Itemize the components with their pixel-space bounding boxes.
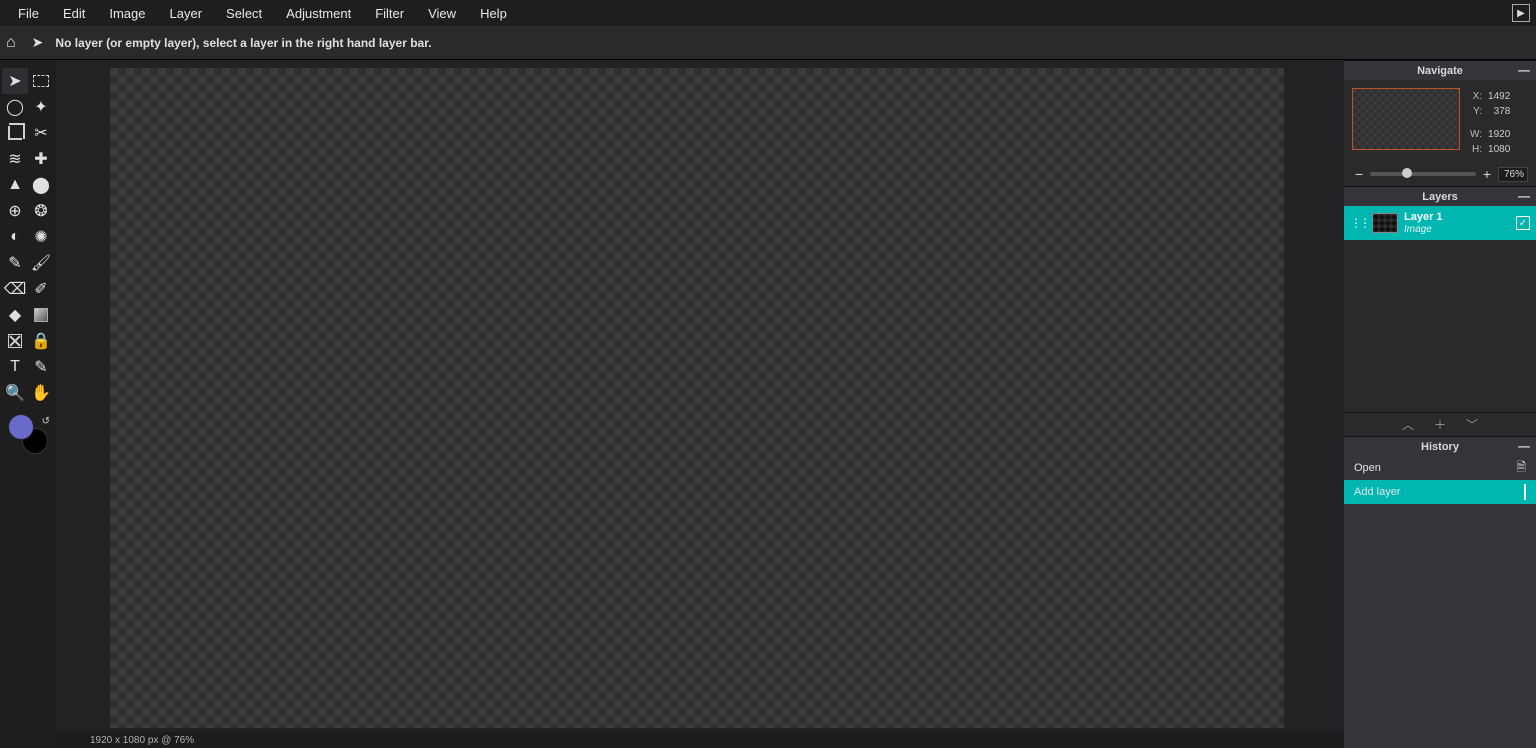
layer-name: Layer 1: [1404, 211, 1516, 223]
tool-scissors[interactable]: ✂: [28, 120, 54, 146]
swap-colors-icon[interactable]: ↺: [42, 416, 50, 427]
zoom-in-button[interactable]: +: [1480, 166, 1494, 182]
tool-zoom[interactable]: 🔍: [2, 380, 28, 406]
tool-spot[interactable]: ❂: [28, 198, 54, 224]
zoom-value[interactable]: 76%: [1498, 167, 1528, 182]
history-title: History: [1421, 441, 1459, 453]
tool-marquee[interactable]: [28, 68, 54, 94]
tool-pinch[interactable]: [2, 328, 28, 354]
layer-up-button[interactable]: ︿: [1402, 416, 1414, 433]
tool-airbrush[interactable]: ✐: [28, 276, 54, 302]
layers-panel: ⋮⋮ Layer 1 Image ✓ ︿ ＋ ﹀: [1344, 206, 1536, 436]
nav-h-value: 1080: [1488, 143, 1514, 156]
menu-file[interactable]: File: [6, 2, 51, 25]
pinch-icon: [8, 334, 22, 348]
tool-liquify[interactable]: ≋: [2, 146, 28, 172]
tool-wand[interactable]: ✦: [28, 94, 54, 120]
menu-adjustment[interactable]: Adjustment: [274, 2, 363, 25]
nav-w-value: 1920: [1488, 128, 1514, 141]
layer-icon: [1524, 485, 1526, 499]
layer-tools: ︿ ＋ ﹀: [1344, 412, 1536, 436]
tool-sharpen[interactable]: ✺: [28, 224, 54, 250]
color-swatch[interactable]: ↺: [8, 414, 48, 454]
navigate-panel: X:1492 Y:378 W:1920 H:1080 − + 76%: [1344, 80, 1536, 186]
nav-y-value: 378: [1488, 105, 1514, 118]
collapse-icon[interactable]: —: [1518, 63, 1530, 77]
layer-visibility-checkbox[interactable]: ✓: [1516, 216, 1530, 230]
toggle-panels-icon[interactable]: ▶: [1512, 4, 1530, 22]
tool-heal[interactable]: ✚: [28, 146, 54, 172]
nav-x-value: 1492: [1488, 90, 1514, 103]
tool-crop[interactable]: [2, 120, 28, 146]
pointer-icon[interactable]: ➤: [28, 34, 44, 51]
layers-panel-header[interactable]: Layers —: [1344, 186, 1536, 206]
collapse-icon[interactable]: —: [1518, 189, 1530, 203]
tool-gradient[interactable]: [28, 302, 54, 328]
collapse-icon[interactable]: —: [1518, 439, 1530, 453]
layer-down-button[interactable]: ﹀: [1466, 416, 1478, 433]
home-icon[interactable]: ⌂: [6, 34, 16, 52]
menu-bar: File Edit Image Layer Select Adjustment …: [0, 0, 1536, 26]
right-panels: Navigate — X:1492 Y:378 W:1920 H:1080 − …: [1344, 60, 1536, 748]
tool-clone[interactable]: ▲: [2, 172, 28, 198]
options-bar: ⌂ ➤ No layer (or empty layer), select a …: [0, 26, 1536, 60]
tool-lasso[interactable]: ◯: [2, 94, 28, 120]
history-panel: Open 🗎 Add layer: [1344, 456, 1536, 748]
tool-eraser[interactable]: ⌫: [2, 276, 28, 302]
canvas[interactable]: [110, 68, 1284, 728]
menu-image[interactable]: Image: [97, 2, 157, 25]
crop-icon: [8, 126, 22, 140]
tool-blur[interactable]: ⬤: [28, 172, 54, 198]
navigate-panel-header[interactable]: Navigate —: [1344, 60, 1536, 80]
canvas-wrap: [56, 60, 1344, 748]
tool-pencil[interactable]: ✎: [2, 250, 28, 276]
marquee-icon: [33, 75, 49, 87]
menu-filter[interactable]: Filter: [363, 2, 416, 25]
menu-edit[interactable]: Edit: [51, 2, 97, 25]
layer-add-button[interactable]: ＋: [1434, 416, 1446, 433]
history-item[interactable]: Open 🗎: [1344, 456, 1536, 480]
menu-select[interactable]: Select: [214, 2, 274, 25]
zoom-out-button[interactable]: −: [1352, 166, 1366, 182]
foreground-color[interactable]: [8, 414, 34, 440]
history-panel-header[interactable]: History —: [1344, 436, 1536, 456]
tool-smudge[interactable]: 🔒: [28, 328, 54, 354]
zoom-handle[interactable]: [1402, 168, 1412, 178]
tool-dodge[interactable]: ◐: [2, 224, 28, 250]
options-hint: No layer (or empty layer), select a laye…: [55, 36, 431, 50]
tool-brush[interactable]: 🖌: [28, 250, 54, 276]
tool-eyedropper[interactable]: ✎: [28, 354, 54, 380]
tool-hand[interactable]: ✋: [28, 380, 54, 406]
menu-help[interactable]: Help: [468, 2, 519, 25]
tool-sponge[interactable]: ⊕: [2, 198, 28, 224]
navigator-thumbnail[interactable]: [1352, 88, 1460, 150]
navigate-title: Navigate: [1417, 65, 1463, 77]
menu-view[interactable]: View: [416, 2, 468, 25]
drag-handle-icon[interactable]: ⋮⋮: [1350, 216, 1372, 230]
layer-type: Image: [1404, 224, 1516, 235]
document-icon: 🗎: [1516, 458, 1526, 479]
history-label: Open: [1354, 462, 1381, 474]
history-label: Add layer: [1354, 486, 1400, 498]
status-text: 1920 x 1080 px @ 76%: [90, 735, 194, 746]
layer-thumbnail[interactable]: [1372, 213, 1398, 233]
tool-bucket[interactable]: ◆: [2, 302, 28, 328]
gradient-icon: [34, 308, 48, 322]
status-bar: 1920 x 1080 px @ 76%: [56, 732, 1344, 748]
history-item[interactable]: Add layer: [1344, 480, 1536, 504]
navigator-coords: X:1492 Y:378 W:1920 H:1080: [1468, 88, 1516, 158]
toolbox: ➤ ◯ ✦ ✂ ≋ ✚ ▲ ⬤ ⊕ ❂ ◐ ✺ ✎ 🖌: [0, 60, 56, 748]
zoom-slider[interactable]: [1370, 172, 1476, 176]
tool-pointer[interactable]: ➤: [2, 68, 28, 94]
layer-item[interactable]: ⋮⋮ Layer 1 Image ✓: [1344, 206, 1536, 240]
tool-text[interactable]: T: [2, 354, 28, 380]
layers-title: Layers: [1422, 191, 1457, 203]
menu-layer[interactable]: Layer: [158, 2, 215, 25]
